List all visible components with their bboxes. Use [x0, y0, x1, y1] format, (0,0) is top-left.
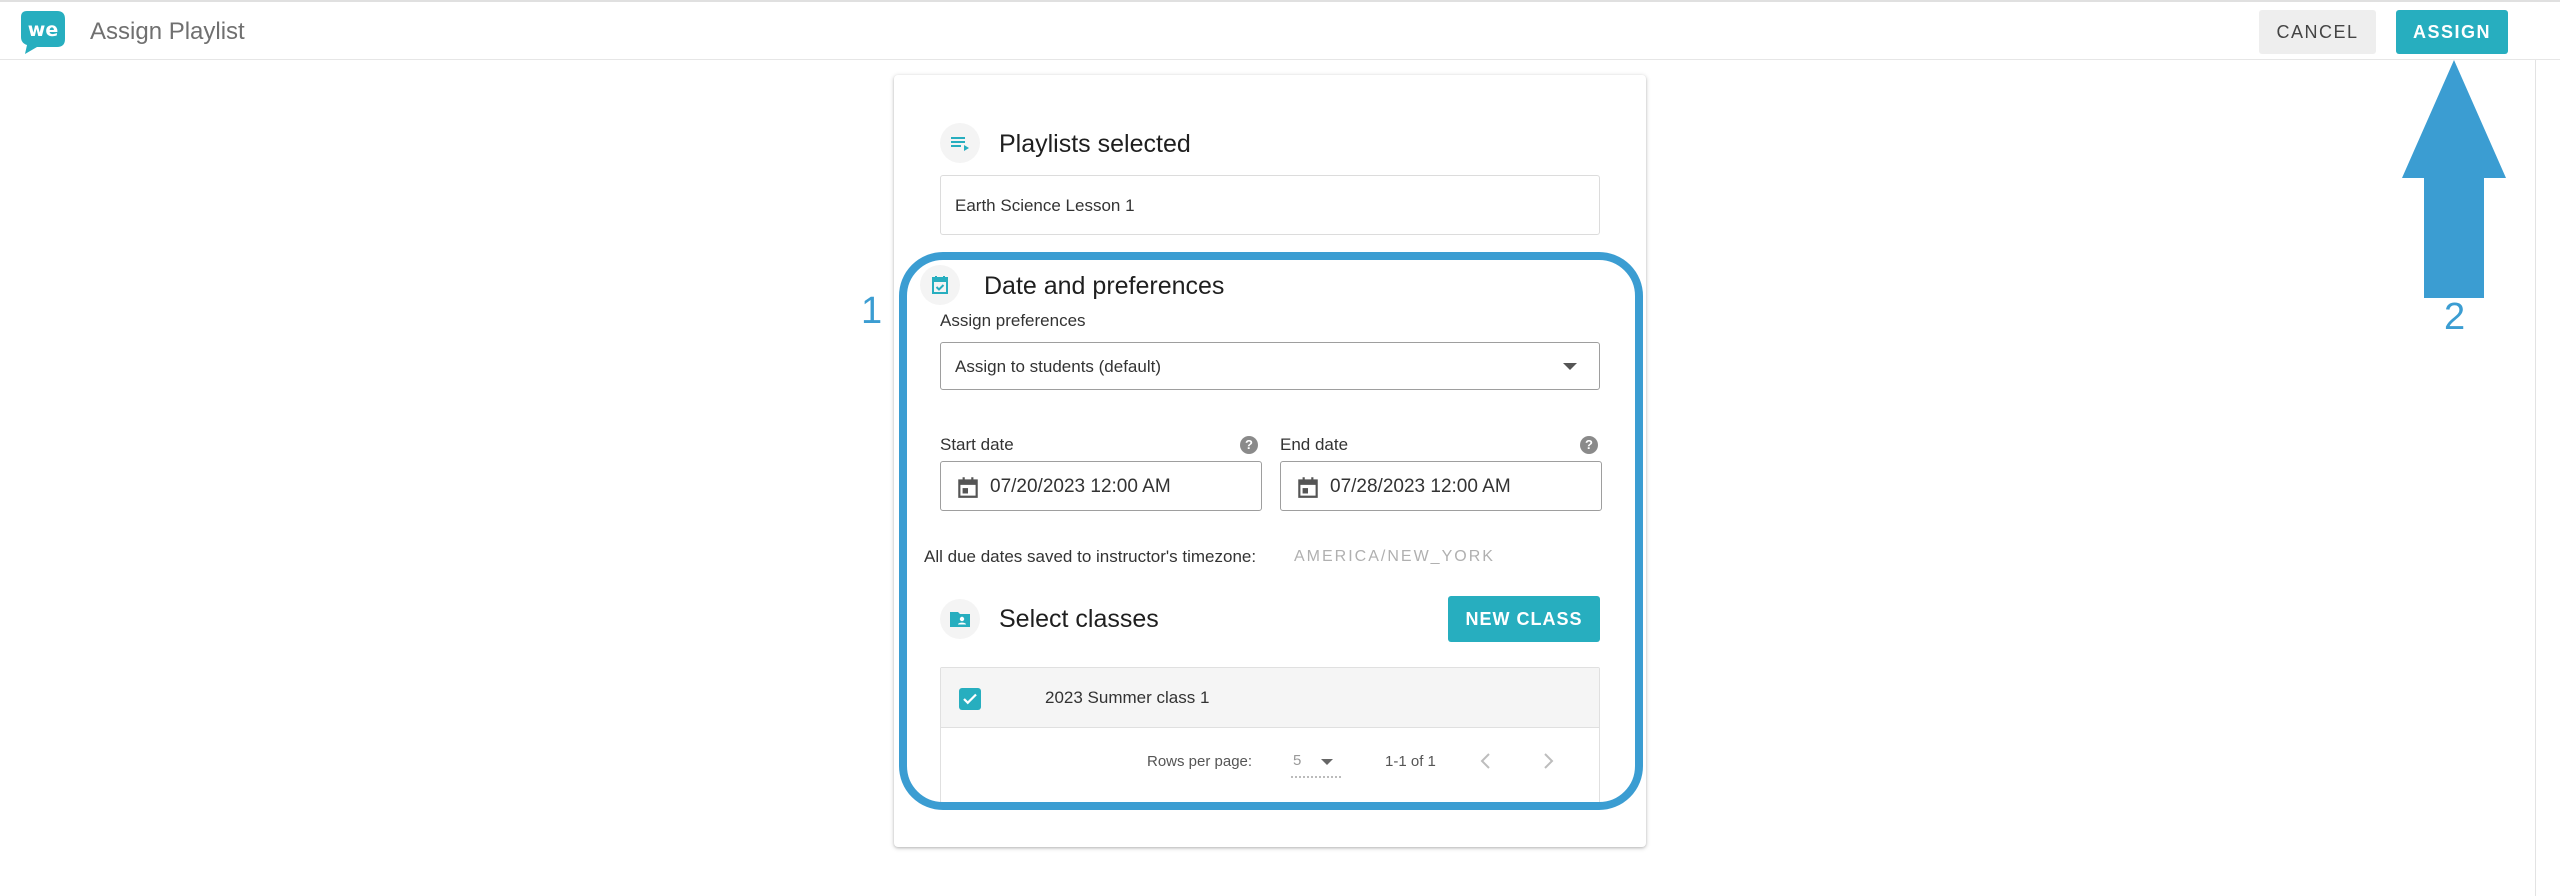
annotation-highlight-box [899, 252, 1643, 810]
scrollbar[interactable] [2535, 60, 2536, 896]
annotation-label-1: 1 [861, 290, 883, 332]
we-logo-icon: we [21, 11, 65, 54]
svg-text:we: we [28, 19, 58, 41]
assign-button[interactable]: ASSIGN [2396, 10, 2508, 54]
top-bar: we Assign Playlist CANCEL ASSIGN [0, 0, 2560, 60]
page-title: Assign Playlist [90, 18, 245, 45]
playlist-icon [940, 123, 980, 163]
annotation-arrow-icon [2402, 60, 2506, 298]
selected-playlist-name: Earth Science Lesson 1 [955, 196, 1135, 215]
selected-playlist-item: Earth Science Lesson 1 [940, 175, 1600, 235]
annotation-label-2: 2 [2444, 296, 2466, 338]
cancel-button[interactable]: CANCEL [2259, 10, 2376, 54]
playlists-selected-title: Playlists selected [999, 130, 1191, 158]
